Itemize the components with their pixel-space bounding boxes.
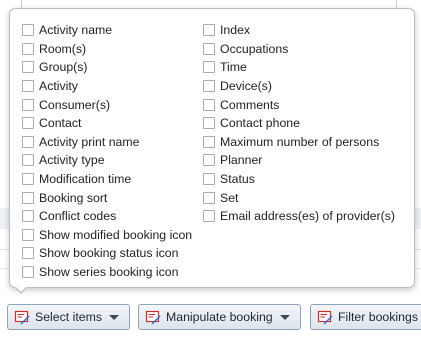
option-label: Email address(es) of provider(s) [220, 209, 395, 224]
option-checkbox[interactable] [22, 266, 34, 279]
manipulate-booking-label: Manipulate booking [166, 310, 273, 324]
option-label: Set [220, 190, 239, 205]
option-label: Modification time [39, 172, 132, 187]
option-checkbox[interactable] [22, 173, 34, 186]
option-label: Activity name [39, 23, 113, 38]
option-item[interactable]: Conflict codes [22, 207, 192, 226]
select-items-popup: Activity name Room(s) Group(s) Activity Cons… [9, 8, 415, 288]
option-item[interactable]: Set [203, 188, 395, 207]
edit-booking-icon [14, 310, 30, 325]
select-items-button[interactable]: Select items [7, 304, 130, 330]
option-item[interactable]: Contact phone [203, 114, 395, 133]
option-item[interactable]: Group(s) [22, 58, 192, 77]
option-label: Contact [39, 116, 82, 131]
option-checkbox[interactable] [22, 80, 34, 93]
option-label: Index [220, 23, 251, 38]
option-label: Consumer(s) [39, 97, 111, 112]
popup-pointer-fill [15, 286, 27, 292]
option-label: Show booking status icon [39, 246, 179, 261]
option-item[interactable]: Status [203, 170, 395, 189]
background-header-cell [21, 0, 22, 8]
option-label: Conflict codes [39, 209, 117, 224]
option-checkbox[interactable] [203, 42, 215, 55]
manipulate-booking-button[interactable]: Manipulate booking [138, 304, 301, 330]
option-item[interactable]: Activity type [22, 151, 192, 170]
options-right-column: Index Occupations Time Device(s) Comments Con… [203, 21, 395, 226]
option-item[interactable]: Activity [22, 77, 192, 96]
option-item[interactable]: Modification time [22, 170, 192, 189]
option-checkbox[interactable] [203, 154, 215, 167]
option-checkbox[interactable] [22, 61, 34, 74]
option-item[interactable]: Maximum number of persons [203, 133, 395, 152]
option-checkbox[interactable] [22, 210, 34, 223]
option-item[interactable]: Time [203, 58, 395, 77]
background-header-cell [396, 0, 397, 8]
option-checkbox[interactable] [203, 98, 215, 111]
option-item[interactable]: Booking sort [22, 188, 192, 207]
option-checkbox[interactable] [22, 135, 34, 148]
option-label: Booking sort [39, 190, 108, 205]
option-item[interactable]: Show series booking icon [22, 263, 192, 282]
option-label: Status [220, 172, 255, 187]
option-checkbox[interactable] [203, 191, 215, 204]
option-label: Device(s) [220, 79, 272, 94]
option-checkbox[interactable] [22, 228, 34, 241]
option-item[interactable]: Activity print name [22, 133, 192, 152]
option-label: Show series booking icon [39, 265, 179, 280]
option-item[interactable]: Comments [203, 95, 395, 114]
option-label: Planner [220, 153, 263, 168]
option-checkbox[interactable] [22, 247, 34, 260]
option-checkbox[interactable] [203, 61, 215, 74]
option-label: Show modified booking icon [39, 227, 193, 242]
option-item[interactable]: Planner [203, 151, 395, 170]
option-label: Activity type [39, 153, 105, 168]
option-checkbox[interactable] [203, 80, 215, 93]
chevron-down-icon [108, 314, 119, 320]
option-label: Activity print name [39, 134, 140, 149]
chevron-down-icon [279, 314, 290, 320]
option-label: Maximum number of persons [220, 134, 380, 149]
option-item[interactable]: Occupations [203, 40, 395, 59]
option-checkbox[interactable] [22, 24, 34, 37]
option-checkbox[interactable] [22, 117, 34, 130]
filter-bookings-button[interactable]: Filter bookings [310, 304, 421, 330]
option-checkbox[interactable] [203, 210, 215, 223]
option-item[interactable]: Contact [22, 114, 192, 133]
option-label: Room(s) [39, 41, 87, 56]
option-checkbox[interactable] [203, 24, 215, 37]
options-left-column: Activity name Room(s) Group(s) Activity Cons… [22, 21, 192, 281]
option-checkbox[interactable] [203, 117, 215, 130]
option-item[interactable]: Email address(es) of provider(s) [203, 207, 395, 226]
option-label: Activity [39, 79, 78, 94]
option-checkbox[interactable] [22, 191, 34, 204]
select-items-label: Select items [35, 310, 102, 324]
option-item[interactable]: Index [203, 21, 395, 40]
option-label: Time [220, 60, 247, 75]
option-item[interactable]: Activity name [22, 21, 192, 40]
option-item[interactable]: Consumer(s) [22, 95, 192, 114]
option-label: Occupations [220, 41, 289, 56]
filter-booking-icon [317, 310, 333, 325]
option-item[interactable]: Device(s) [203, 77, 395, 96]
filter-bookings-label: Filter bookings [338, 310, 418, 324]
option-item[interactable]: Room(s) [22, 40, 192, 59]
option-checkbox[interactable] [203, 173, 215, 186]
option-checkbox[interactable] [22, 42, 34, 55]
option-label: Comments [220, 97, 280, 112]
option-item[interactable]: Show booking status icon [22, 244, 192, 263]
option-checkbox[interactable] [22, 98, 34, 111]
edit-booking-icon [145, 310, 161, 325]
option-checkbox[interactable] [22, 154, 34, 167]
option-checkbox[interactable] [203, 135, 215, 148]
option-label: Contact phone [220, 116, 300, 131]
option-item[interactable]: Show modified booking icon [22, 226, 192, 245]
option-label: Group(s) [39, 60, 88, 75]
